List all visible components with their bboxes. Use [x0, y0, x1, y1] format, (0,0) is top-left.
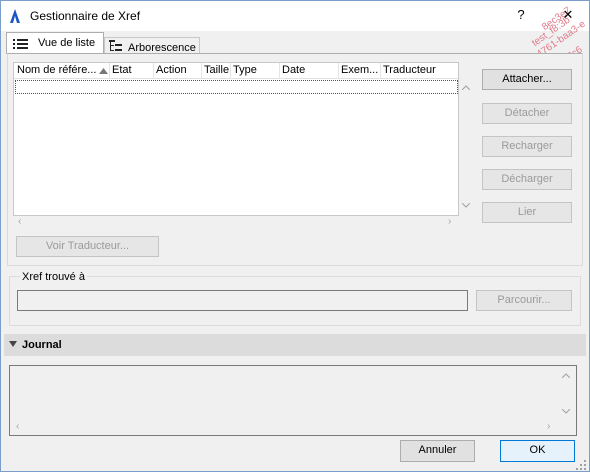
window-title: Gestionnaire de Xref [30, 9, 141, 23]
ok-button[interactable]: OK [500, 440, 575, 462]
list-icon [13, 39, 28, 49]
close-button[interactable]: ✕ [560, 6, 576, 24]
found-at-label: Xref trouvé à [20, 271, 87, 283]
detach-button[interactable]: Détacher [482, 103, 572, 124]
column-header-translator[interactable]: Traducteur [383, 64, 436, 76]
tab-list-view[interactable]: Vue de liste [6, 32, 104, 54]
collapse-triangle-icon[interactable] [9, 341, 17, 347]
tab-tree-view[interactable]: Arborescence [104, 37, 200, 54]
vertical-scrollbar[interactable] [459, 80, 473, 215]
column-header-action[interactable]: Action [156, 64, 187, 76]
browse-button[interactable]: Parcourir... [476, 290, 572, 311]
cancel-button[interactable]: Annuler [400, 440, 475, 462]
found-at-path-field[interactable] [17, 290, 468, 311]
scroll-up-icon[interactable] [462, 85, 470, 90]
focus-row[interactable] [15, 80, 458, 94]
journal-header[interactable] [4, 334, 586, 356]
tab-list-view-label: Vue de liste [38, 37, 96, 49]
column-header-copies[interactable]: Exem... [341, 64, 379, 76]
resize-grip-icon[interactable] [575, 459, 587, 471]
column-header-name[interactable]: Nom de référe... [17, 64, 97, 76]
journal-label: Journal [22, 339, 62, 351]
app-logo-icon [8, 8, 22, 24]
column-header-size[interactable]: Taille [204, 64, 229, 76]
journal-scroll-up-icon[interactable] [562, 373, 570, 378]
attach-button[interactable]: Attacher... [482, 69, 572, 90]
help-button[interactable]: ? [513, 6, 529, 24]
column-header-status[interactable]: Etat [112, 64, 132, 76]
column-header-type[interactable]: Type [233, 64, 257, 76]
scroll-down-icon[interactable] [462, 203, 470, 208]
horizontal-scrollbar[interactable]: ‹ › [14, 216, 460, 230]
column-header-date[interactable]: Date [282, 64, 305, 76]
sort-ascending-icon [99, 68, 108, 74]
unload-button[interactable]: Décharger [482, 169, 572, 190]
journal-scroll-right-icon[interactable]: › [547, 421, 550, 432]
scroll-right-icon[interactable]: › [448, 216, 451, 227]
table-header: Nom de référe... Etat Action Taille Type… [14, 63, 458, 79]
journal-scroll-left-icon[interactable]: ‹ [16, 421, 19, 432]
tree-icon [109, 40, 122, 51]
bind-button[interactable]: Lier [482, 202, 572, 223]
scroll-left-icon[interactable]: ‹ [18, 216, 21, 227]
view-translator-button[interactable]: Voir Traducteur... [16, 236, 159, 257]
journal-scroll-down-icon[interactable] [562, 409, 570, 414]
journal-log[interactable] [9, 365, 577, 436]
reload-button[interactable]: Recharger [482, 136, 572, 157]
